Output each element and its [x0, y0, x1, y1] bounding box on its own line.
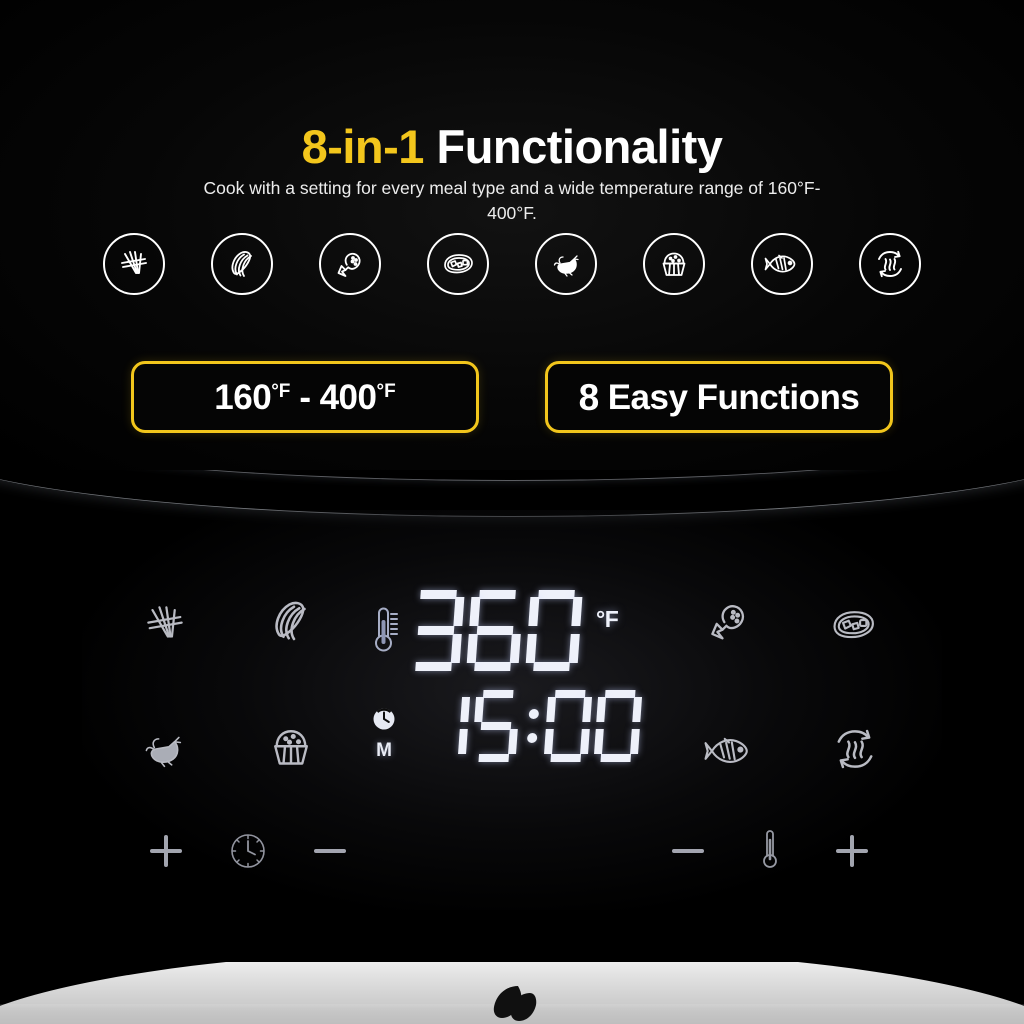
led-colon — [521, 690, 544, 762]
title-accent: 8-in-1 — [301, 120, 425, 174]
clock-icon — [371, 708, 397, 736]
touch-button-row — [0, 795, 1024, 868]
info-panel: 8-in-1 Functionality Cook with a setting… — [0, 0, 1024, 470]
shrimp-icon — [548, 246, 584, 282]
led-digit — [421, 690, 471, 762]
thermometer-icon — [759, 826, 781, 872]
temp-decrease-button[interactable] — [660, 823, 716, 879]
led-digit — [407, 590, 465, 672]
ribs-icon — [264, 594, 318, 648]
brand-logo — [466, 983, 558, 1024]
temperature-range-text: 160 °F -400 °F — [214, 380, 395, 415]
shrimp-icon — [137, 723, 189, 775]
feature-icon-cupcake — [643, 233, 705, 295]
badge-row: 160 °F -400 °F 8 Easy Functions — [0, 361, 1024, 433]
cupcake-icon — [656, 246, 692, 282]
touch-control-grid: °F M — [0, 470, 1024, 940]
drumstick-icon — [332, 246, 368, 282]
feature-icon-steak — [427, 233, 489, 295]
program-button-cupcake[interactable] — [262, 718, 320, 776]
appliance-promo-graphic: 8-in-1 Functionality Cook with a setting… — [0, 0, 1024, 1024]
temp-low-unit: °F — [271, 380, 291, 402]
feature-icon-fries — [103, 233, 165, 295]
clock-icon — [227, 830, 269, 872]
temperature-range-badge: 160 °F -400 °F — [131, 361, 479, 433]
functions-count-value: 8 — [578, 376, 600, 418]
temp-increase-button[interactable] — [824, 823, 880, 879]
page-subtitle: Cook with a setting for every meal type … — [203, 177, 821, 223]
temp-high-unit: °F — [376, 380, 396, 402]
program-button-reheat[interactable] — [826, 720, 884, 778]
temp-low-value: 160 — [214, 377, 272, 417]
program-button-fish[interactable] — [700, 722, 758, 780]
temp-range-separator: - — [299, 377, 311, 417]
cupcake-icon — [264, 720, 318, 774]
time-decrease-button[interactable] — [302, 823, 358, 879]
program-button-drumstick[interactable] — [700, 592, 758, 650]
steak-icon — [826, 598, 880, 652]
timer-indicator: M — [362, 706, 406, 762]
temp-button[interactable] — [742, 821, 798, 877]
drumstick-icon — [703, 595, 755, 647]
functions-count-badge: 8 Easy Functions — [545, 361, 893, 433]
program-button-fries[interactable] — [136, 595, 194, 653]
feature-icon-reheat — [859, 233, 921, 295]
led-digit — [525, 590, 583, 672]
led-display: °F M — [352, 590, 682, 790]
time-increase-button[interactable] — [138, 823, 194, 879]
temp-high-value: 400 — [319, 377, 377, 417]
ribs-icon — [224, 246, 260, 282]
feature-icon-ribs — [211, 233, 273, 295]
minus-icon — [310, 831, 350, 871]
appliance-control-panel: °F M — [0, 470, 1024, 1024]
program-button-ribs[interactable] — [262, 592, 320, 650]
thermometer-indicator-icon — [366, 602, 400, 665]
functions-count-label: Easy Functions — [607, 377, 860, 417]
reheat-icon — [871, 245, 909, 283]
led-digit — [543, 690, 593, 762]
steak-icon — [439, 245, 477, 283]
chrome-base — [0, 962, 1024, 1024]
reheat-icon — [827, 721, 883, 777]
temperature-readout: °F — [407, 590, 619, 672]
program-button-steak[interactable] — [824, 596, 882, 654]
fries-icon — [140, 599, 190, 649]
plus-icon — [832, 831, 872, 871]
fish-icon — [702, 724, 756, 778]
led-digit — [471, 690, 520, 762]
minus-icon — [668, 831, 708, 871]
feature-icon-row — [0, 233, 1024, 295]
timer-readout — [424, 690, 646, 762]
temperature-unit-label: °F — [596, 606, 619, 632]
led-digit — [466, 590, 524, 672]
feature-icon-shrimp — [535, 233, 597, 295]
timer-unit-label: M — [376, 740, 392, 761]
feature-icon-drumstick — [319, 233, 381, 295]
title-main: Functionality — [423, 120, 723, 174]
fries-icon — [116, 246, 152, 282]
plus-icon — [146, 831, 186, 871]
fish-icon — [763, 245, 801, 283]
functions-count-text: 8 Easy Functions — [579, 379, 860, 416]
page-title: 8-in-1 Functionality — [0, 123, 1024, 170]
feature-icon-fish — [751, 233, 813, 295]
program-button-shrimp[interactable] — [134, 720, 192, 778]
timer-button[interactable] — [220, 823, 276, 879]
led-digit — [593, 690, 643, 762]
